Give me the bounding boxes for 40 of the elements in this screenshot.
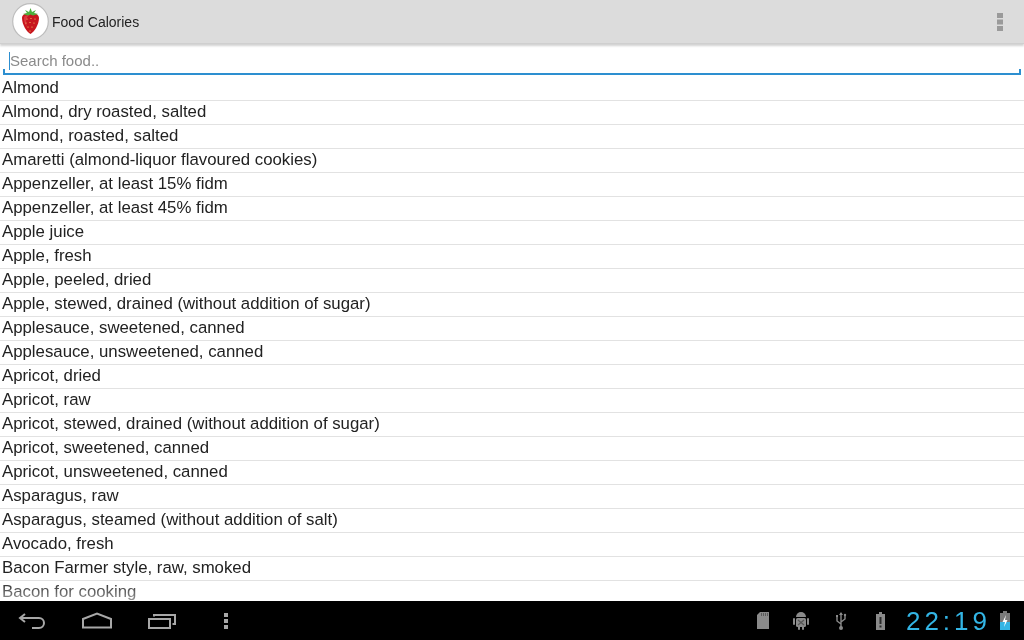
food-item[interactable]: Apricot, sweetened, canned [0, 439, 210, 457]
recent-apps-icon [147, 612, 177, 629]
food-item[interactable]: Bacon for cooking [0, 583, 137, 601]
food-item[interactable]: Applesauce, sweetened, canned [0, 319, 245, 337]
back-button[interactable] [17, 612, 47, 629]
usb-icon [834, 611, 847, 630]
home-icon [81, 612, 113, 629]
clock: 22:19 [905, 605, 991, 636]
sd-card-icon [756, 612, 769, 629]
overflow-menu-icon [997, 12, 1003, 31]
recent-apps-button[interactable] [147, 612, 177, 629]
food-item[interactable]: Apple juice [0, 223, 85, 241]
food-item[interactable]: Apricot, unsweetened, canned [0, 463, 228, 481]
food-item[interactable]: Apple, stewed, drained (without addition of sugar) [0, 295, 371, 313]
menu-dots-icon [224, 612, 228, 629]
battery-alert-icon [875, 611, 885, 630]
food-item[interactable]: Almond [0, 79, 59, 97]
food-item[interactable]: Apricot, stewed, drained (without addition of sugar) [0, 415, 380, 433]
food-item[interactable]: Apricot, dried [0, 367, 101, 385]
food-item[interactable]: Almond, roasted, salted [0, 127, 179, 145]
food-item[interactable]: Apple, peeled, dried [0, 271, 152, 289]
food-item[interactable]: Asparagus, steamed (without addition of salt) [0, 511, 338, 529]
home-button[interactable] [81, 612, 113, 629]
back-icon [17, 612, 47, 629]
food-item[interactable]: Appenzeller, at least 15% fidm [0, 175, 228, 193]
android-robot-icon [792, 611, 809, 630]
food-item[interactable]: Almond, dry roasted, salted [0, 103, 207, 121]
food-item[interactable]: Bacon Farmer style, raw, smoked [0, 559, 251, 577]
food-item[interactable]: Appenzeller, at least 45% fidm [0, 199, 228, 217]
menu-button[interactable] [224, 612, 228, 629]
strawberry-icon[interactable] [12, 3, 49, 40]
battery-charging-icon [1000, 611, 1010, 630]
food-item[interactable]: Apricot, raw [0, 391, 91, 409]
food-item[interactable]: Applesauce, unsweetened, canned [0, 343, 264, 361]
food-item[interactable]: Apple, fresh [0, 247, 92, 265]
food-item[interactable]: Avocado, fresh [0, 535, 114, 553]
text-cursor [9, 52, 10, 70]
app-title: Food Calories [52, 13, 140, 30]
food-item[interactable]: Asparagus, raw [0, 487, 119, 505]
food-item[interactable]: Amaretti (almond-liquor flavoured cookies) [0, 151, 318, 169]
